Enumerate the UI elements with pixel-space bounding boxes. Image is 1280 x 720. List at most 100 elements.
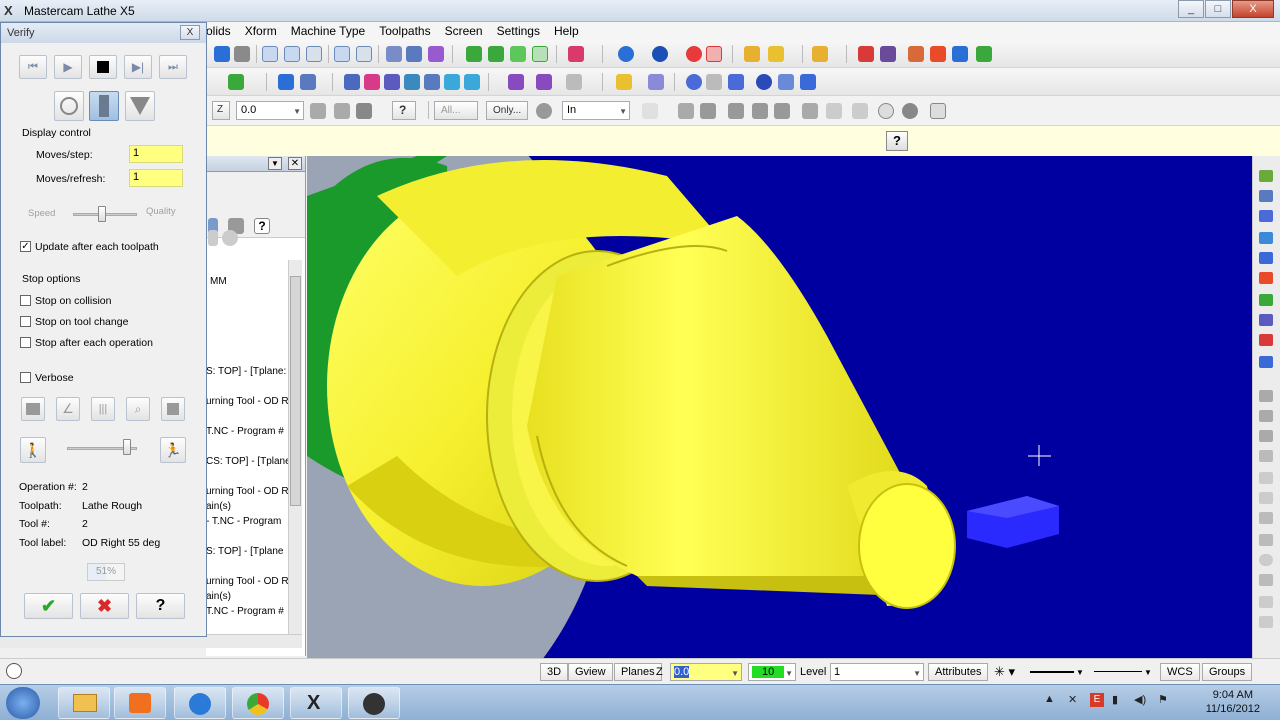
ops-locate-icon[interactable] [222,230,238,246]
view-cube-icon[interactable] [568,46,584,62]
groove-icon[interactable] [1259,472,1273,484]
trim-icon[interactable] [508,74,524,90]
drill-icon[interactable] [1259,450,1273,462]
network-icon[interactable]: ▮ [1112,693,1118,706]
edge-select-icon[interactable] [774,103,790,119]
ops-scroll-thumb[interactable] [290,276,301,506]
menu-toolpaths[interactable]: Toolpaths [379,24,430,38]
select-all-button[interactable]: All... [434,101,478,120]
operations-tree[interactable]: MM S: TOP] - [Tplane: urning Tool - OD R… [206,260,288,634]
verify-cross-section-button[interactable]: ||| [91,397,115,421]
end-select-icon[interactable] [902,103,918,119]
verify-close-button[interactable]: X [180,25,200,40]
face-icon[interactable] [1259,390,1273,402]
flag-icon[interactable] [778,74,794,90]
rewind-button[interactable]: ⏮ [19,55,47,79]
tree-item[interactable]: S: TOP] - [Tplane: [206,366,286,377]
section-icon[interactable] [706,74,722,90]
help-pointer-icon[interactable] [858,46,874,62]
grid-icon[interactable] [976,46,992,62]
line-style-dropdown-icon[interactable]: ▼ [1076,668,1084,677]
face-select-icon[interactable] [752,103,768,119]
thread-icon[interactable] [1259,492,1273,504]
rotate-icon[interactable] [344,74,360,90]
analyze-icon[interactable] [428,46,444,62]
tree-item[interactable]: CS: TOP] - [Tplane [206,456,288,467]
tree-item[interactable]: urning Tool - OD R [206,576,288,587]
verify-help-button[interactable]: ? [136,593,185,619]
undo-select-icon[interactable] [826,103,842,119]
wireframe-icon[interactable] [706,46,722,62]
cancel-button[interactable]: ✖ [80,593,129,619]
chain-icon[interactable] [406,46,422,62]
lock-icon[interactable] [356,103,372,119]
verify-options-button[interactable] [21,397,45,421]
stop-button[interactable] [89,55,117,79]
move-icon[interactable] [214,46,230,62]
verify-save-stl-button[interactable] [161,397,185,421]
explorer-taskbar-icon[interactable] [58,687,110,719]
wcs-icon[interactable] [1259,252,1273,264]
cube-front-icon[interactable] [510,46,526,62]
lathe-icon[interactable] [1259,334,1273,346]
verify-select-icon[interactable] [678,103,694,119]
tree-item[interactable]: T.NC - Program # [206,426,284,437]
fast-forward-button[interactable]: ⏭ [159,55,187,79]
ops-help-icon[interactable]: ? [254,218,270,234]
fastpoint-icon[interactable] [310,103,326,119]
play-button[interactable]: ▶ [54,55,82,79]
select-only-button[interactable]: Only... [486,101,528,120]
tree-item[interactable]: MM [210,276,227,287]
close-button[interactable]: X [1232,0,1274,18]
cutoff-icon[interactable] [1259,512,1273,524]
video-taskbar-icon[interactable] [348,687,400,719]
unzoom-icon[interactable] [334,46,350,62]
rough-icon[interactable] [1259,410,1273,422]
delete-icon[interactable] [234,46,250,62]
slow-speed-button[interactable]: 🚶 [20,437,46,463]
offset-icon[interactable] [384,74,400,90]
tray-tools-icon[interactable]: ✕ [1068,693,1077,706]
light-icon[interactable] [616,74,632,90]
cube-side-icon[interactable] [532,46,548,62]
menu-settings[interactable]: Settings [497,24,540,38]
filter-icon[interactable] [642,103,658,119]
cursor-icon[interactable] [648,74,664,90]
menu-xform[interactable]: Xform [245,24,277,38]
tree-item[interactable]: urning Tool - OD R [206,396,288,407]
render-icon[interactable] [756,74,772,90]
stock-flip-icon[interactable] [1259,616,1273,628]
display-tool-button[interactable] [89,91,119,121]
zoom-window-icon[interactable] [262,46,278,62]
body-select-icon[interactable] [728,103,744,119]
solid-icon[interactable] [228,74,244,90]
loop-select-icon[interactable] [802,103,818,119]
tray-app-icon[interactable]: E [1090,693,1104,707]
autocursor-icon[interactable] [334,103,350,119]
z-depth-input[interactable]: 0.0 ▼ [236,101,304,120]
tree-item[interactable]: - T.NC - Program [206,516,281,527]
moves-refresh-input[interactable]: 1 [129,169,183,187]
stop-on-collision-checkbox[interactable] [20,295,31,306]
ok-button[interactable]: ✔ [24,593,73,619]
split-icon[interactable] [880,46,896,62]
help-button[interactable]: ? [392,101,416,120]
view-iso-icon[interactable] [1259,170,1273,182]
tool-icon[interactable] [812,46,828,62]
point-style-icon[interactable]: ✳ ▾ [994,664,1015,680]
volume-icon[interactable]: ◀) [1134,693,1146,706]
planes-button[interactable]: Planes [614,663,662,681]
line-width-dropdown-icon[interactable]: ▼ [1144,668,1152,677]
units-select[interactable]: In ▼ [562,101,630,120]
finish-icon[interactable] [1259,430,1273,442]
line-width-select[interactable] [1094,671,1142,672]
prompt-help-button[interactable]: ? [886,131,908,151]
wcs-button[interactable]: WCS [1160,663,1200,681]
plugin-icon[interactable] [930,46,946,62]
steady-rest-icon[interactable] [1259,596,1273,608]
globe-icon[interactable] [618,46,634,62]
verify-mode-button[interactable] [54,91,84,121]
project-icon[interactable] [424,74,440,90]
speed-quality-slider[interactable] [98,206,107,222]
attributes-button[interactable]: Attributes [928,663,989,681]
